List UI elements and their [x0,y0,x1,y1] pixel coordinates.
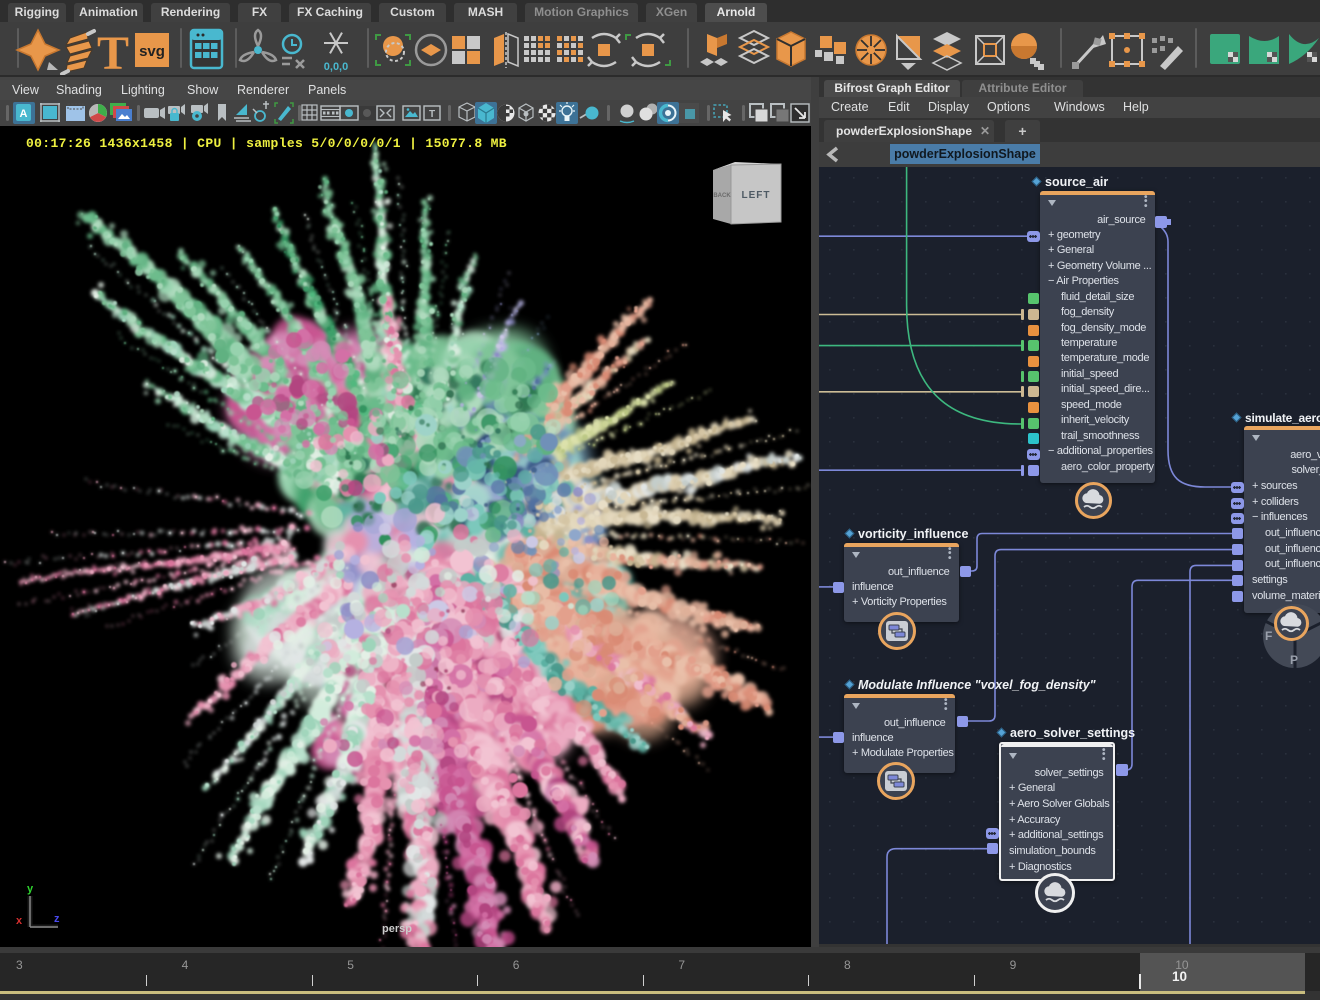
svg-text:0,0,0: 0,0,0 [324,61,348,73]
svg-text:T: T [429,109,435,120]
svg-text:svg: svg [139,43,165,60]
svg-text:T: T [97,27,129,75]
svg-text:A: A [20,108,28,120]
